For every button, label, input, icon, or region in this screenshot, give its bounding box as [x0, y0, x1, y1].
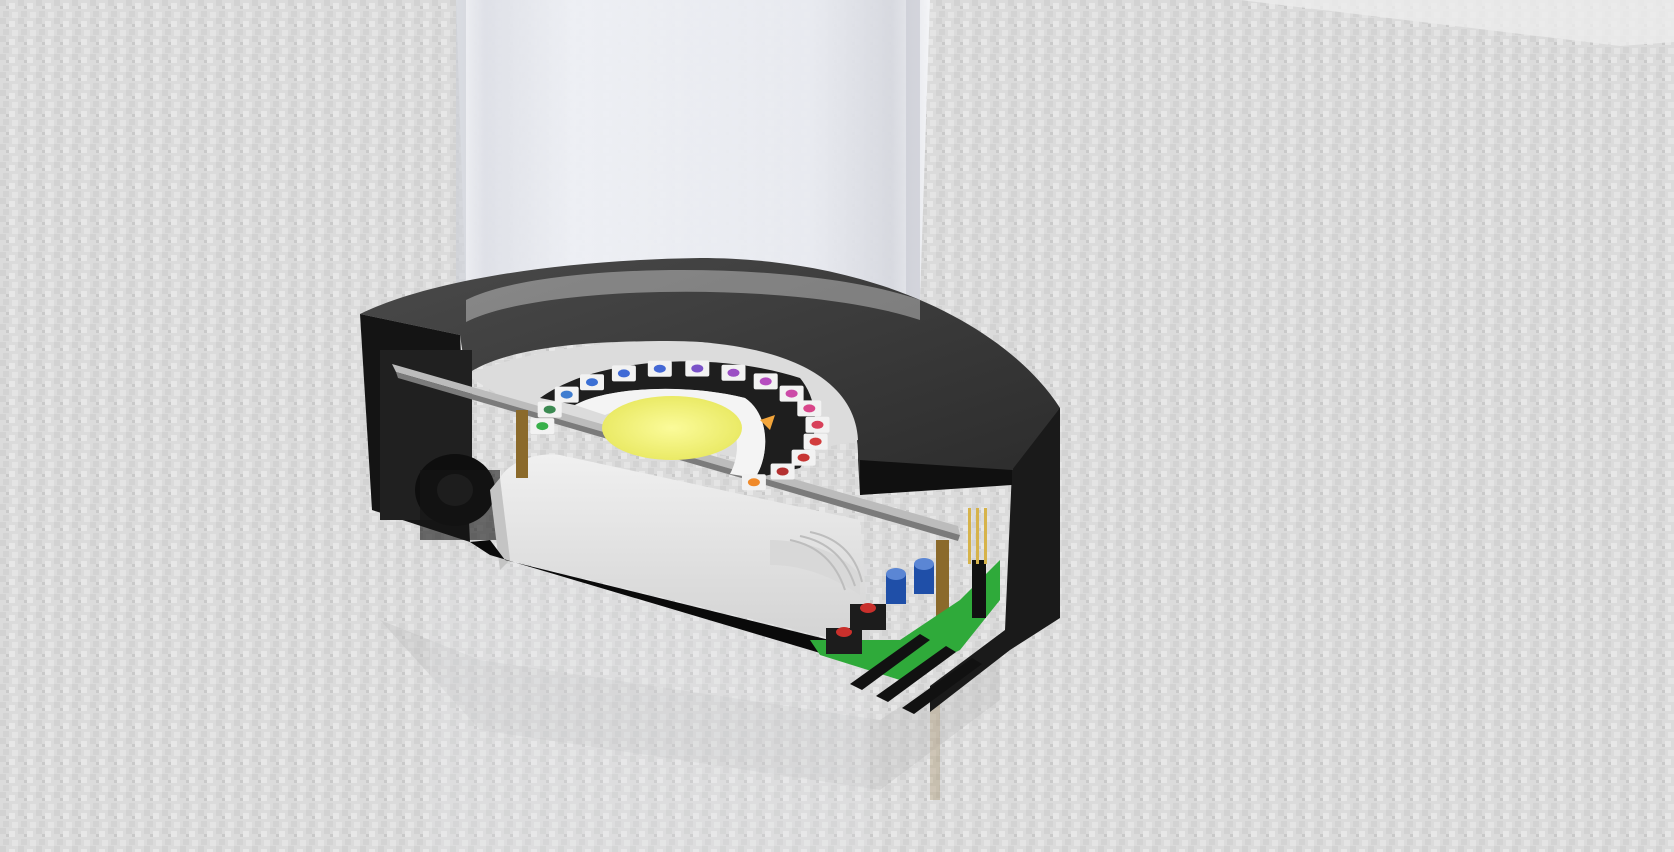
rgb-led-die: [776, 467, 789, 476]
rgb-led-die: [747, 478, 760, 487]
rgb-led-die: [811, 420, 824, 429]
rgb-led-die: [809, 437, 822, 446]
tube-left-edge: [456, 0, 466, 300]
3d-render-lamp-cutaway: [0, 0, 1674, 852]
rgb-led-die: [536, 422, 549, 431]
rgb-led-die: [797, 453, 810, 462]
brass-standoff-left: [516, 410, 528, 478]
rgb-led-die: [543, 405, 556, 414]
tube-right-edge: [906, 0, 920, 300]
rgb-led-die: [727, 368, 740, 377]
rgb-led-die: [691, 364, 704, 373]
rgb-led-die: [759, 377, 772, 386]
rgb-led-die: [586, 378, 598, 387]
rgb-led-die: [617, 369, 630, 378]
rgb-led-die: [560, 390, 573, 399]
rgb-led-die: [653, 364, 666, 373]
glass-tube: [456, 0, 930, 300]
rgb-led-die: [785, 389, 798, 398]
rgb-led-die: [803, 404, 816, 413]
render-viewport: [0, 0, 1674, 852]
